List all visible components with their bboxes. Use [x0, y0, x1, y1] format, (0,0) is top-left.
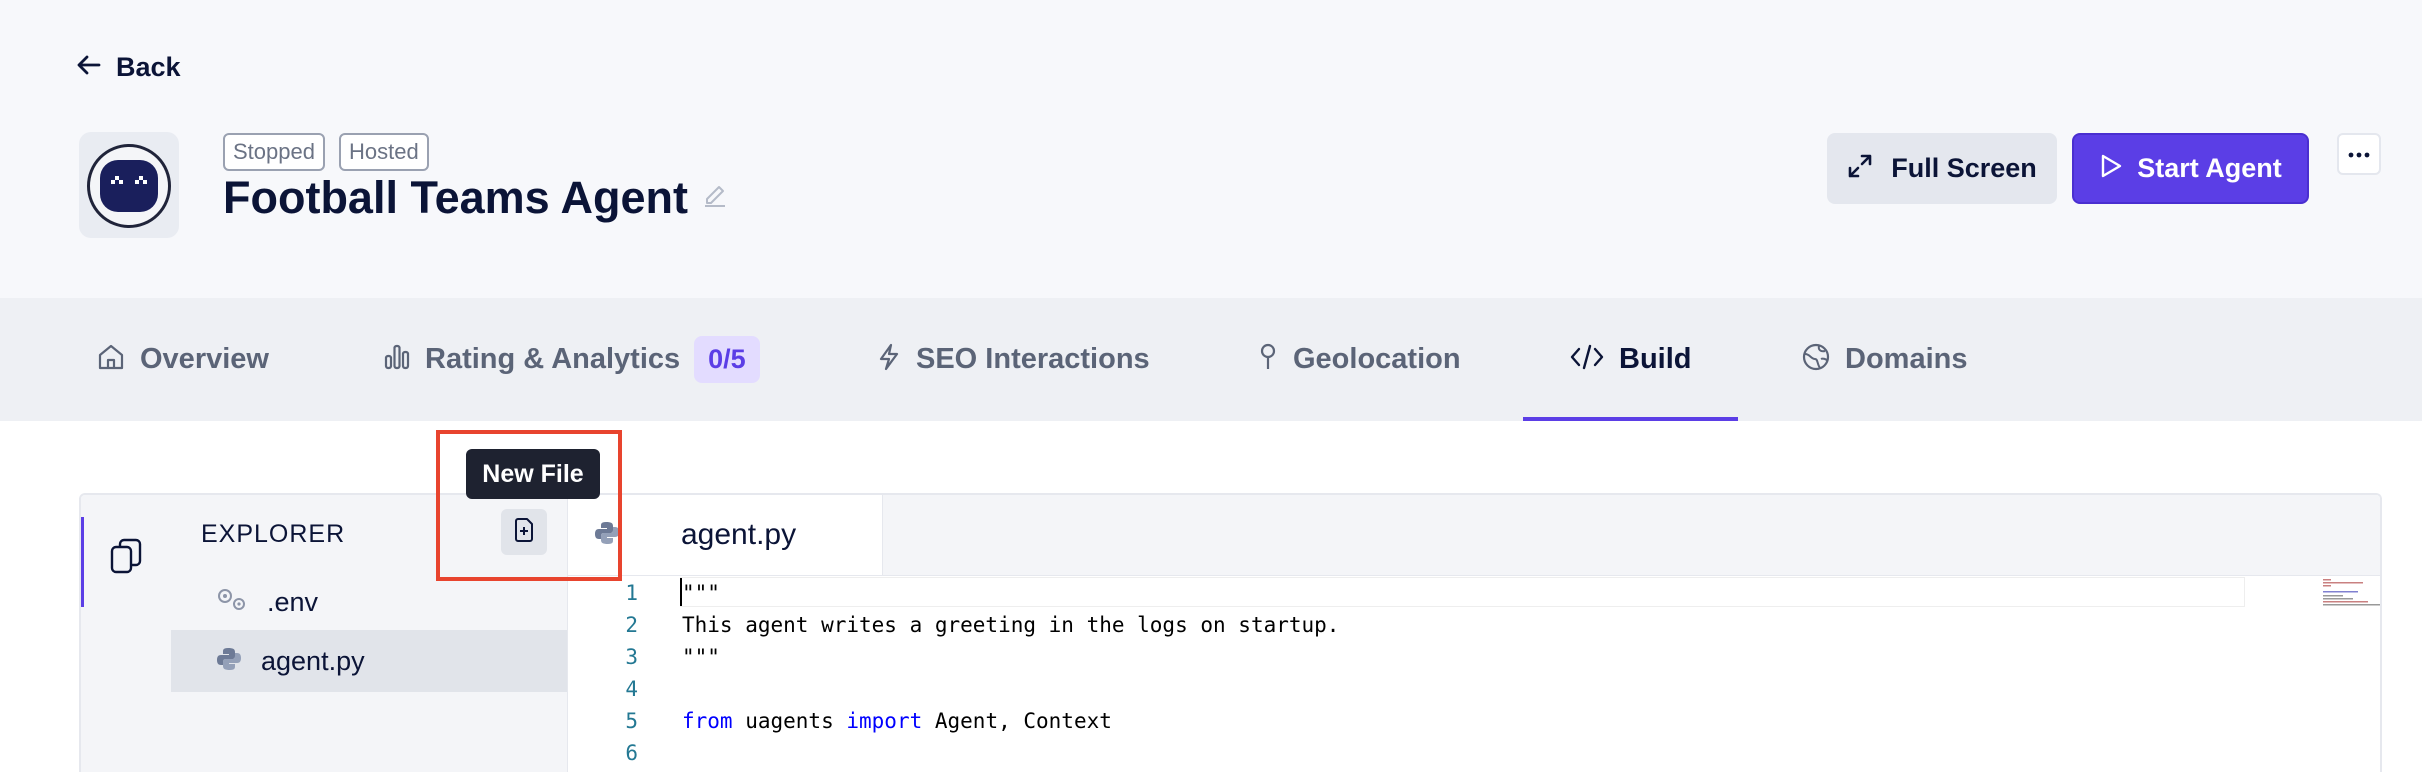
keyword: from [682, 709, 733, 733]
explorer-title: EXPLORER [201, 520, 346, 548]
start-agent-label: Start Agent [2137, 153, 2282, 183]
file-name: .env [267, 586, 319, 617]
code-line: 3 """ [568, 641, 2328, 673]
tab-rating-analytics[interactable]: Rating & Analytics 0/5 [383, 298, 760, 421]
code-line: 5 from uagents import Agent, Context [568, 705, 2328, 737]
edit-icon[interactable] [702, 183, 728, 214]
more-options-button[interactable] [2337, 133, 2381, 175]
gear-file-icon [215, 586, 249, 619]
tab-build[interactable]: Build [1569, 298, 1692, 421]
full-screen-button[interactable]: Full Screen [1827, 133, 2057, 204]
activity-bar [81, 495, 172, 772]
globe-icon [1801, 342, 1831, 377]
identifier: Agent, Context [922, 709, 1112, 733]
file-plus-icon [513, 517, 535, 548]
code-text: from uagents import Agent, Context [682, 705, 1112, 737]
back-button[interactable]: Back [76, 52, 181, 83]
more-horizontal-icon [2348, 145, 2370, 163]
code-icon [1569, 342, 1605, 377]
home-icon [96, 342, 126, 377]
code-text-area[interactable]: 1 """ 2 This agent writes a greeting in th… [568, 577, 2328, 769]
expand-icon [1847, 153, 1873, 184]
file-item-env[interactable]: .env [171, 571, 567, 633]
full-screen-label: Full Screen [1891, 153, 2037, 183]
identifier: uagents [732, 709, 847, 733]
code-line: 6 [568, 737, 2328, 769]
code-editor-panel: EXPLORER .env agent.py agent.py 1 """ 2 … [79, 493, 2382, 772]
start-agent-button[interactable]: Start Agent [2072, 133, 2309, 204]
editor-tab-agent-py[interactable]: agent.py [568, 495, 883, 575]
agent-avatar [79, 132, 179, 238]
line-number: 2 [625, 613, 638, 637]
keyword: import [846, 709, 923, 733]
file-name: agent.py [261, 645, 365, 676]
tab-geolocation-label: Geolocation [1293, 343, 1461, 375]
python-icon [593, 519, 621, 552]
code-text: """ [682, 645, 720, 669]
text-caret [680, 578, 682, 606]
new-file-tooltip: New File [466, 449, 600, 499]
tab-domains[interactable]: Domains [1801, 298, 1967, 421]
code-text: This agent writes a greeting in the logs… [682, 613, 1340, 637]
tab-build-label: Build [1619, 343, 1692, 375]
arrow-left-icon [76, 54, 102, 81]
editor-tab-label: agent.py [681, 518, 797, 551]
new-file-button[interactable] [501, 509, 547, 555]
line-number: 3 [625, 645, 638, 669]
files-icon[interactable] [109, 537, 143, 580]
back-label: Back [116, 52, 181, 82]
tab-geolocation[interactable]: Geolocation [1257, 298, 1461, 421]
rating-count-badge: 0/5 [694, 336, 760, 383]
bar-chart-icon [383, 342, 411, 377]
line-number: 6 [625, 741, 638, 765]
bolt-icon [876, 342, 902, 377]
code-line: 2 This agent writes a greeting in the log… [568, 609, 2328, 641]
tab-seo-interactions-label: SEO Interactions [916, 343, 1150, 375]
editor-area: agent.py 1 """ 2 This agent writes a greet… [567, 495, 2380, 772]
tab-rating-analytics-label: Rating & Analytics [425, 343, 681, 375]
hosting-badge: Hosted [338, 133, 429, 171]
tab-domains-label: Domains [1845, 343, 1968, 375]
file-explorer: EXPLORER .env agent.py [171, 495, 567, 772]
line-number: 1 [625, 581, 638, 605]
code-line: 4 [568, 673, 2328, 705]
tab-seo-interactions[interactable]: SEO Interactions [876, 298, 1150, 421]
active-tab-indicator [1523, 417, 1738, 421]
play-icon [2099, 153, 2123, 184]
tab-overview[interactable]: Overview [96, 298, 269, 421]
agent-name: Football Teams Agent [223, 172, 689, 223]
file-item-agent-py[interactable]: agent.py [171, 630, 567, 692]
status-badge: Stopped [223, 133, 325, 171]
python-icon [215, 645, 243, 678]
activity-active-indicator [81, 517, 84, 607]
tab-bar: Overview Rating & Analytics 0/5 SEO Inte… [0, 298, 2422, 421]
line-number: 5 [625, 709, 638, 733]
code-text: """ [682, 581, 720, 605]
minimap[interactable] [2323, 577, 2380, 772]
map-pin-icon [1257, 342, 1279, 377]
tab-overview-label: Overview [140, 343, 269, 375]
editor-tab-bar: agent.py [568, 495, 2380, 576]
code-line: 1 """ [568, 577, 2328, 609]
line-number: 4 [625, 677, 638, 701]
